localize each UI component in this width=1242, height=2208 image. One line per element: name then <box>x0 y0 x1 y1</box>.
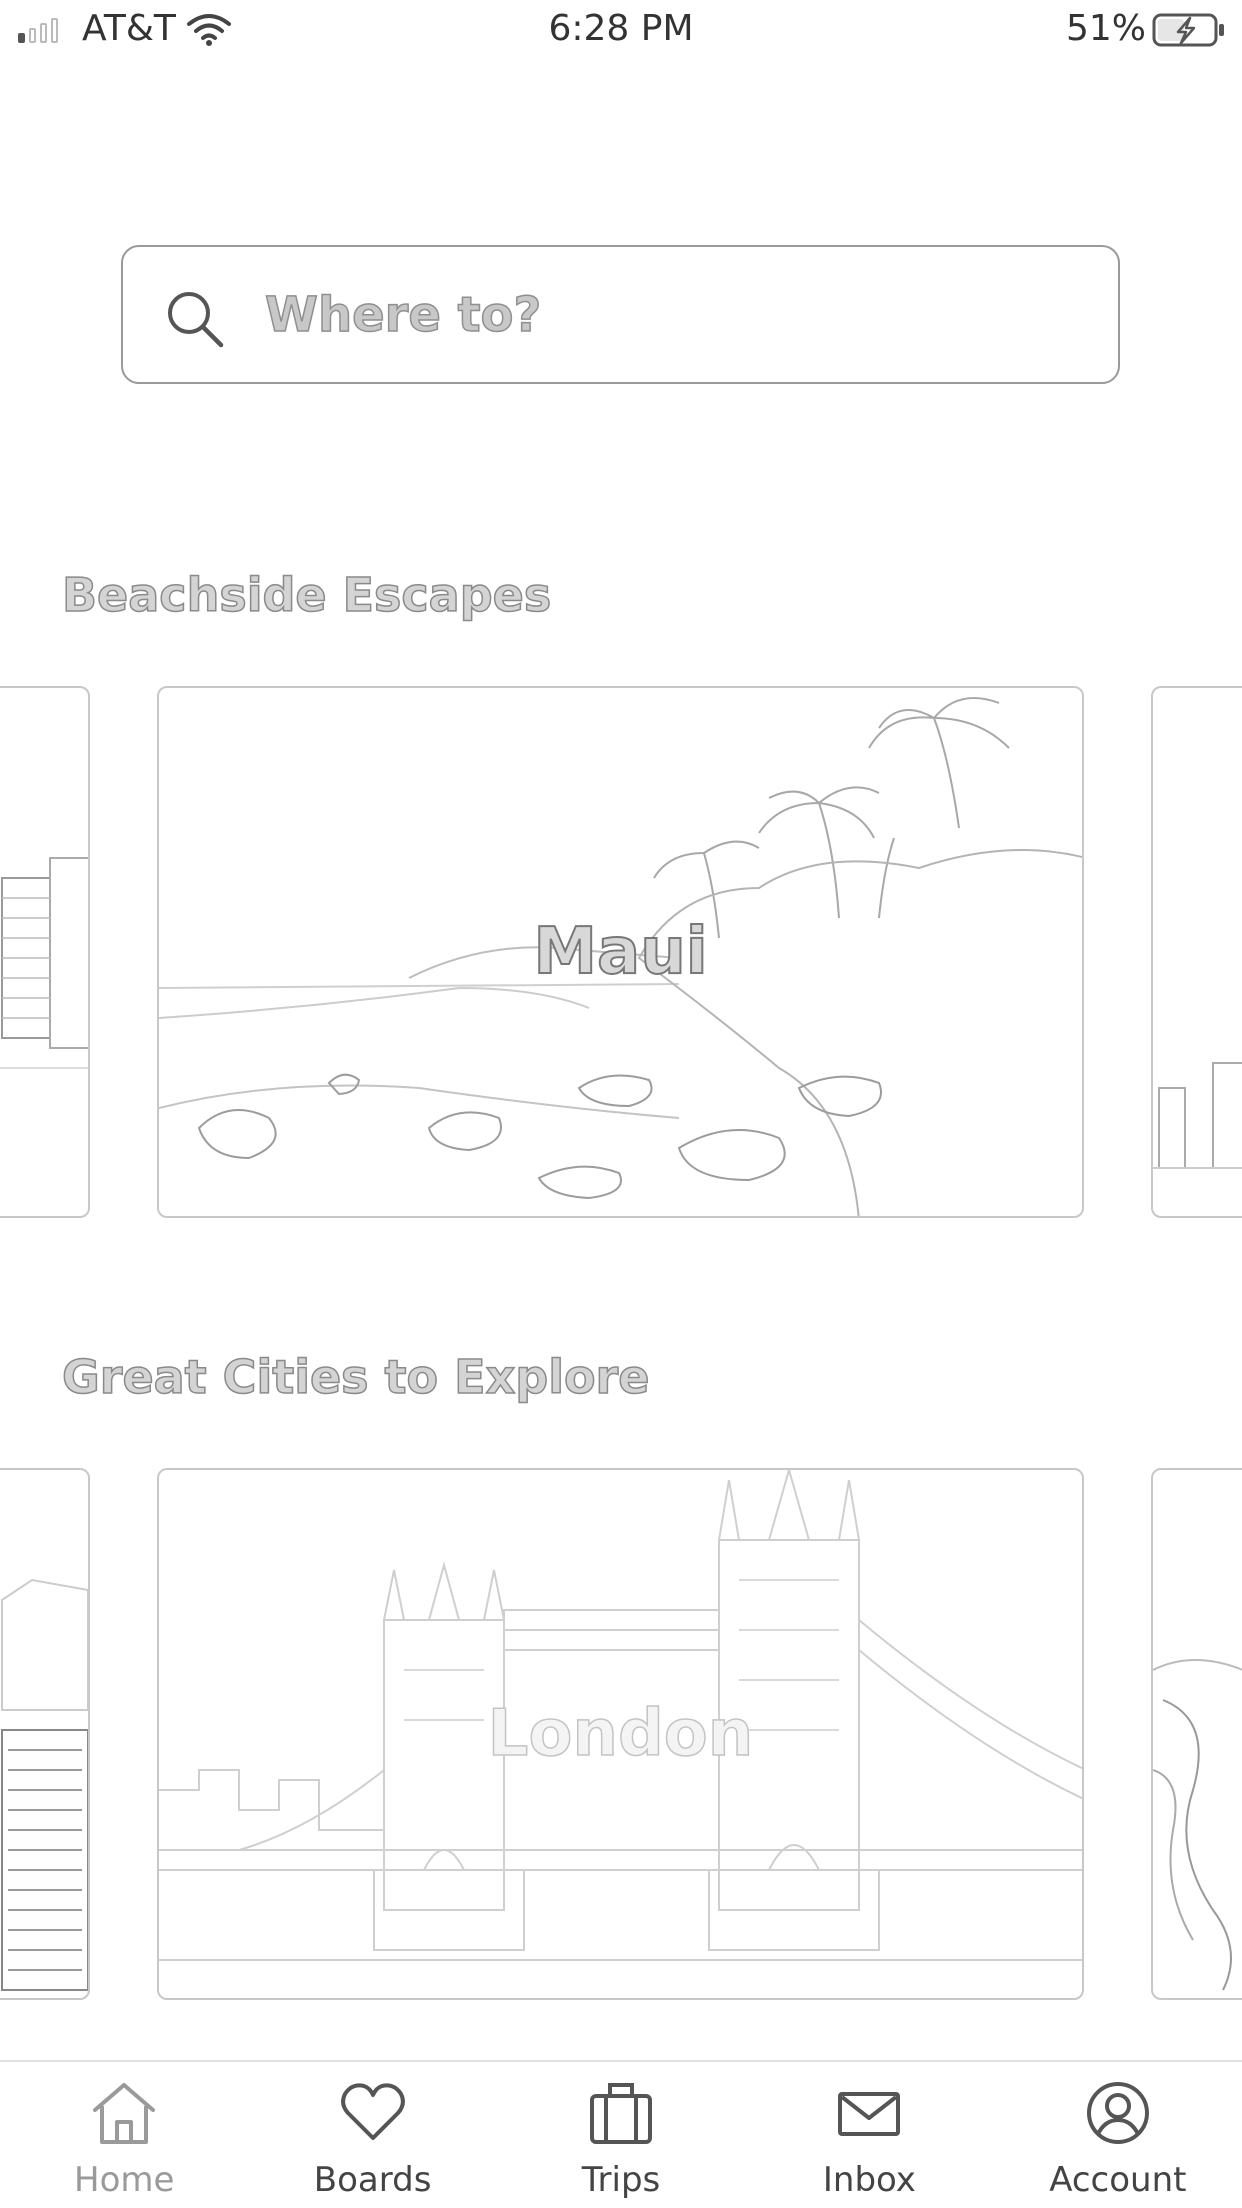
tab-label-account: Account <box>1049 2160 1187 2200</box>
status-time: 6:28 PM <box>548 8 694 49</box>
card-image <box>0 857 88 1069</box>
tab-trips[interactable]: Trips <box>497 2062 745 2208</box>
tab-label-inbox: Inbox <box>822 2160 916 2200</box>
tab-home[interactable]: Home <box>0 2062 248 2208</box>
tab-account[interactable]: Account <box>994 2062 1242 2208</box>
user-icon <box>1086 2082 1149 2144</box>
carousel-card-prev[interactable] <box>0 686 90 1218</box>
envelope-icon <box>838 2092 901 2136</box>
search-input[interactable]: Where to? <box>121 245 1120 384</box>
search-icon <box>168 292 224 348</box>
carousel-card-prev[interactable] <box>0 1468 90 2000</box>
section-title-cities: Great Cities to Explore <box>61 1349 650 1405</box>
tab-inbox[interactable]: Inbox <box>745 2062 993 2208</box>
battery-percent: 51% <box>1065 8 1146 49</box>
carousel-card-next[interactable] <box>1151 686 1242 1218</box>
battery-charging-icon <box>1152 13 1224 47</box>
destination-card-london[interactable]: London <box>157 1468 1084 2000</box>
search-placeholder: Where to? <box>264 286 542 344</box>
suitcase-icon <box>590 2083 653 2144</box>
tab-label-home: Home <box>74 2160 175 2200</box>
heart-icon <box>340 2083 405 2140</box>
card-label-maui: Maui <box>532 914 708 990</box>
home-icon <box>93 2083 156 2144</box>
card-label-london: London <box>487 1696 754 1772</box>
tab-label-trips: Trips <box>581 2160 661 2200</box>
card-image <box>1153 1062 1242 1169</box>
section-title-beachside: Beachside Escapes <box>61 567 552 623</box>
card-image <box>1153 1659 1242 1991</box>
card-image <box>1 1578 88 1991</box>
tab-bar: Home Boards Trips Inbox Account <box>0 2060 1242 2208</box>
status-bar: AT&T 6:28 PM 51% <box>0 0 1242 58</box>
destination-card-maui[interactable]: Maui <box>157 686 1084 1218</box>
tab-boards[interactable]: Boards <box>248 2062 496 2208</box>
tab-label-boards: Boards <box>313 2160 432 2200</box>
carousel-card-next[interactable] <box>1151 1468 1242 2000</box>
